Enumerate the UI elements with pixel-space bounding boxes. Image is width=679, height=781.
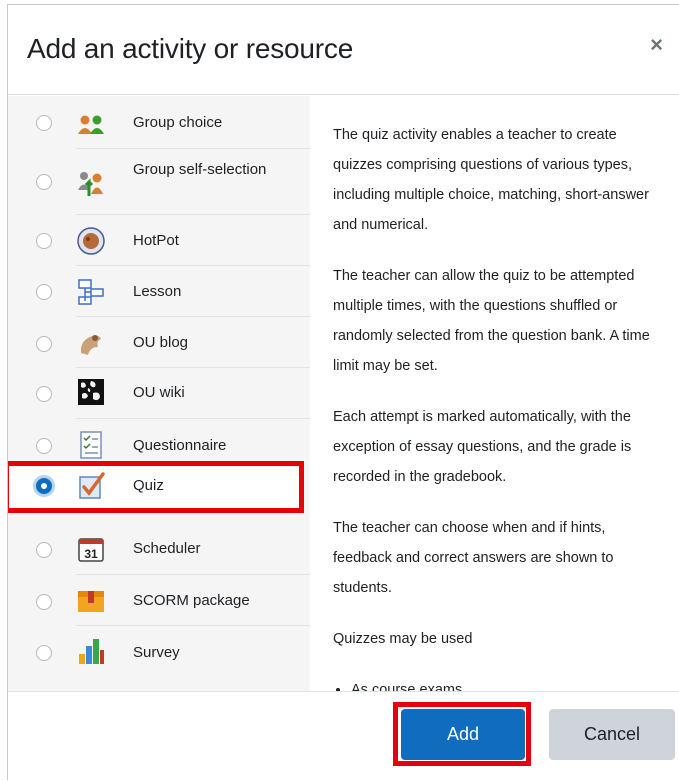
- activity-option-scheduler[interactable]: 31 Scheduler: [8, 524, 310, 575]
- activity-option-lesson[interactable]: Lesson: [8, 266, 310, 317]
- activity-label: Quiz: [133, 477, 164, 494]
- modal-title: Add an activity or resource: [27, 33, 354, 64]
- scheduler-icon: 31: [78, 538, 104, 562]
- activity-label: HotPot: [133, 232, 179, 249]
- activity-option-group-self-selection[interactable]: Group self-selection: [8, 149, 310, 215]
- survey-icon: [79, 639, 104, 664]
- radio-ou-blog[interactable]: [36, 336, 52, 352]
- activity-option-ou-blog[interactable]: OU blog: [8, 317, 310, 368]
- activity-option-group-choice[interactable]: Group choice: [8, 98, 310, 149]
- quiz-icon: [79, 472, 105, 499]
- ou-blog-icon: [80, 335, 101, 355]
- activity-option-hotpot[interactable]: HotPot: [8, 215, 310, 266]
- description-paragraph: The teacher can choose when and if hints…: [333, 520, 614, 596]
- radio-quiz[interactable]: [36, 478, 52, 494]
- activity-label: OU wiki: [133, 384, 185, 401]
- activity-option-ou-wiki[interactable]: OU wiki: [8, 368, 310, 419]
- description-bullet: As course exams: [351, 675, 663, 692]
- modal-header: Add an activity or resource ×: [8, 5, 679, 95]
- radio-questionnaire[interactable]: [36, 438, 52, 454]
- radio-hotpot[interactable]: [36, 233, 52, 249]
- radio-lesson[interactable]: [36, 284, 52, 300]
- description-paragraph: Each attempt is marked automatically, wi…: [333, 409, 632, 485]
- activity-description: The quiz activity enables a teacher to c…: [310, 96, 679, 692]
- activity-label: Group choice: [133, 114, 223, 131]
- modal-footer: Add Cancel: [8, 691, 679, 781]
- group-choice-icon: [78, 115, 104, 134]
- ou-wiki-icon: [78, 379, 104, 405]
- activity-option-survey[interactable]: Survey: [8, 626, 310, 677]
- scheduler-icon-text: 31: [84, 547, 98, 561]
- activity-list: Group choice Group self-selection HotPot: [8, 96, 310, 692]
- lesson-icon: [78, 279, 104, 305]
- description-paragraph: The teacher can allow the quiz to be att…: [333, 268, 650, 374]
- description-text: The quiz activity enables a teacher to c…: [333, 120, 663, 692]
- close-icon[interactable]: ×: [650, 31, 663, 59]
- radio-ou-wiki[interactable]: [36, 386, 52, 402]
- scorm-package-icon: [78, 591, 104, 612]
- radio-scorm-package[interactable]: [36, 594, 52, 610]
- radio-group-choice[interactable]: [36, 115, 52, 131]
- activity-option-quiz[interactable]: Quiz: [8, 461, 304, 513]
- group-self-selection-icon: [78, 172, 103, 196]
- activity-label: OU blog: [133, 334, 189, 351]
- activity-option-scorm-package[interactable]: SCORM package: [8, 575, 310, 626]
- cancel-button[interactable]: Cancel: [549, 709, 675, 760]
- activity-label: Questionnaire: [133, 437, 227, 454]
- radio-survey[interactable]: [36, 645, 52, 661]
- description-paragraph: The quiz activity enables a teacher to c…: [333, 127, 649, 233]
- description-list: As course exams: [333, 675, 663, 692]
- description-paragraph: Quizzes may be used: [333, 631, 473, 647]
- activity-label: Lesson: [133, 283, 182, 300]
- activity-label: SCORM package: [133, 592, 250, 609]
- add-button[interactable]: Add: [401, 709, 525, 760]
- activity-label: Survey: [133, 644, 180, 661]
- questionnaire-icon: [80, 431, 102, 459]
- hotpot-icon: [77, 227, 105, 255]
- radio-group-self-selection[interactable]: [36, 174, 52, 190]
- activity-label: Scheduler: [133, 540, 201, 557]
- add-activity-modal: Add an activity or resource × Group choi…: [7, 4, 679, 781]
- activity-label: Group self-selection: [133, 161, 267, 178]
- radio-scheduler[interactable]: [36, 542, 52, 558]
